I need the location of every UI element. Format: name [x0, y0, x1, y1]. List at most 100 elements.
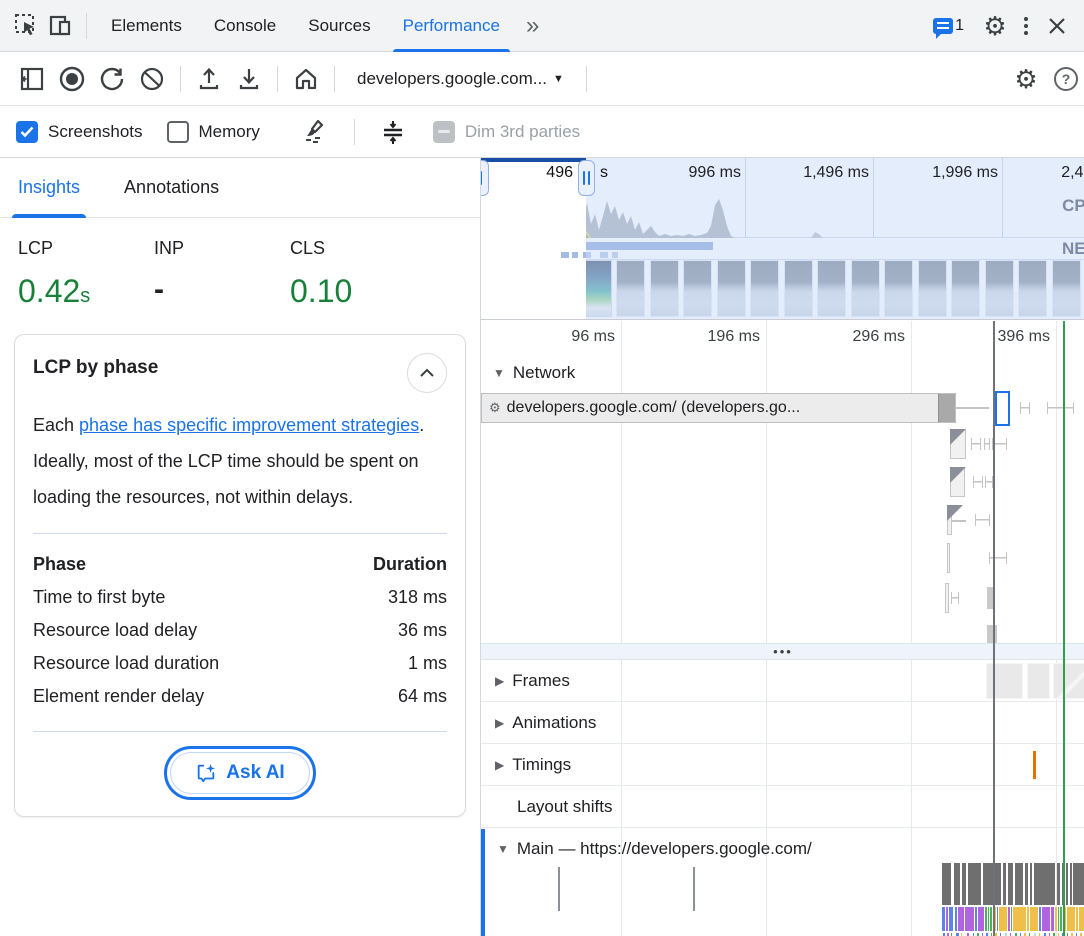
track-animations[interactable]: ▶ Animations: [495, 713, 596, 733]
history-dropdown[interactable]: developers.google.com... ▼: [343, 69, 578, 89]
playhead-marker-line[interactable]: [993, 321, 995, 936]
track-timings[interactable]: ▶ Timings: [495, 755, 571, 775]
flame-activity-bar[interactable]: [997, 907, 998, 931]
frame-thumbnail[interactable]: [986, 663, 1023, 699]
flame-task-bar[interactable]: [1008, 863, 1013, 905]
tab-sources[interactable]: Sources: [292, 0, 386, 52]
metric-lcp[interactable]: LCP 0.42s: [18, 238, 154, 310]
flame-activity-bar[interactable]: [1039, 907, 1041, 931]
frame-thumbnail[interactable]: [1027, 663, 1050, 699]
frame-thumbnail[interactable]: [1053, 663, 1084, 699]
flame-task-bar[interactable]: [1070, 863, 1072, 905]
network-request-bar[interactable]: [950, 429, 966, 459]
flame-activity-bar[interactable]: [1011, 907, 1012, 931]
upload-profile-icon[interactable]: [189, 59, 229, 99]
ask-ai-button[interactable]: Ask AI: [170, 752, 309, 794]
triangle-collapsed-icon[interactable]: ▶: [495, 758, 504, 772]
timeline-overview[interactable]: 496 s 996 ms 1,496 ms 1,996 ms 2,496 ms …: [481, 158, 1084, 320]
garbage-collect-brush-icon[interactable]: [296, 112, 336, 152]
flame-activity-bar[interactable]: [949, 907, 953, 931]
capture-settings-gear-icon[interactable]: ⚙: [1006, 59, 1046, 99]
tab-performance[interactable]: Performance: [387, 0, 516, 52]
network-request-bar[interactable]: [947, 543, 950, 573]
flame-activity-bar[interactable]: [1079, 907, 1084, 931]
flame-task-bar[interactable]: [1034, 863, 1055, 905]
flame-task-bar[interactable]: [962, 863, 966, 905]
flame-activity-bar[interactable]: [1067, 907, 1075, 931]
flame-task-bar[interactable]: [1057, 863, 1060, 905]
flame-activity-bar[interactable]: [1008, 907, 1010, 931]
toggle-sidebar-icon[interactable]: [12, 59, 52, 99]
network-request-bar[interactable]: [950, 467, 965, 497]
flame-activity-bar[interactable]: [946, 907, 948, 931]
network-request-bar[interactable]: ⚙ developers.google.com/ (developers.go.…: [481, 393, 956, 423]
tab-console[interactable]: Console: [198, 0, 292, 52]
issues-counter[interactable]: 1: [933, 17, 964, 35]
flame-task-bar[interactable]: [1030, 863, 1032, 905]
record-icon[interactable]: [52, 59, 92, 99]
collapse-sections-icon[interactable]: [373, 112, 413, 152]
tab-insights[interactable]: Insights: [18, 158, 80, 218]
settings-gear-icon[interactable]: ⚙: [978, 9, 1012, 43]
tab-annotations[interactable]: Annotations: [124, 158, 219, 218]
tab-elements[interactable]: Elements: [95, 0, 198, 52]
flame-activity-bar[interactable]: [1060, 907, 1062, 931]
inspect-element-icon[interactable]: [10, 9, 44, 43]
track-network[interactable]: ▼ Network: [493, 363, 575, 383]
flame-activity-bar[interactable]: [958, 907, 964, 931]
flame-activity-bar[interactable]: [978, 907, 984, 931]
timeline-tracks[interactable]: 96 ms 196 ms 296 ms 396 ms ▼ Network ⚙ d…: [481, 321, 1084, 936]
timing-marker[interactable]: [1033, 751, 1036, 779]
flame-activity-bar[interactable]: [1027, 907, 1029, 931]
track-frames[interactable]: ▶ Frames: [495, 671, 570, 691]
network-request-bar[interactable]: [945, 583, 949, 613]
flame-task-bar[interactable]: [1003, 863, 1006, 905]
flame-activity-bar[interactable]: [999, 907, 1007, 931]
flame-activity-bar[interactable]: [965, 907, 974, 931]
memory-checkbox[interactable]: [167, 121, 189, 143]
flame-task-bar[interactable]: [1025, 863, 1028, 905]
device-toolbar-icon[interactable]: [44, 9, 78, 43]
flame-task-bar[interactable]: [942, 863, 951, 905]
improvement-strategies-link[interactable]: phase has specific improvement strategie…: [79, 415, 419, 435]
flame-activity-bar[interactable]: [975, 907, 977, 931]
metric-inp[interactable]: INP -: [154, 238, 290, 310]
flame-activity-bar[interactable]: [1058, 907, 1059, 931]
triangle-expanded-icon[interactable]: ▼: [497, 842, 509, 856]
screenshots-checkbox[interactable]: [16, 121, 38, 143]
flame-task-bar[interactable]: [1073, 863, 1084, 905]
flame-activity-bar[interactable]: [1051, 907, 1054, 931]
download-profile-icon[interactable]: [229, 59, 269, 99]
close-icon[interactable]: [1040, 9, 1074, 43]
triangle-collapsed-icon[interactable]: ▶: [495, 716, 504, 730]
flame-task-bar[interactable]: [968, 863, 981, 905]
triangle-collapsed-icon[interactable]: ▶: [495, 674, 504, 688]
flame-activity-bar[interactable]: [1076, 907, 1078, 931]
flame-activity-bar[interactable]: [988, 907, 989, 931]
event-marker-line[interactable]: [1063, 321, 1065, 936]
overview-selection-window[interactable]: [481, 158, 586, 320]
help-icon[interactable]: ?: [1046, 59, 1084, 99]
flame-task-bar[interactable]: [1066, 863, 1068, 905]
flame-activity-bar[interactable]: [955, 907, 957, 931]
flame-task-bar[interactable]: [983, 863, 1001, 905]
flame-activity-bar[interactable]: [1042, 907, 1050, 931]
collapse-card-button[interactable]: [407, 353, 447, 393]
selection-handle-left[interactable]: [481, 160, 489, 196]
track-main[interactable]: ▼ Main — https://developers.google.com/: [497, 839, 812, 859]
flame-activity-bar[interactable]: [942, 907, 945, 931]
selection-handle-right[interactable]: [578, 160, 595, 196]
track-layout-shifts[interactable]: Layout shifts: [517, 797, 612, 817]
flame-task-bar[interactable]: [1015, 863, 1023, 905]
metric-cls[interactable]: CLS 0.10: [290, 238, 426, 310]
kebab-menu-icon[interactable]: [1012, 17, 1040, 35]
flame-activity-bar[interactable]: [1030, 907, 1038, 931]
triangle-expanded-icon[interactable]: ▼: [493, 366, 505, 380]
flame-task-bar[interactable]: [954, 863, 960, 905]
clear-icon[interactable]: [132, 59, 172, 99]
home-icon[interactable]: [286, 59, 326, 99]
flame-activity-bar[interactable]: [990, 907, 992, 931]
dim-3rd-parties-checkbox[interactable]: [433, 121, 455, 143]
reload-record-icon[interactable]: [92, 59, 132, 99]
flame-activity-bar[interactable]: [1013, 907, 1026, 931]
